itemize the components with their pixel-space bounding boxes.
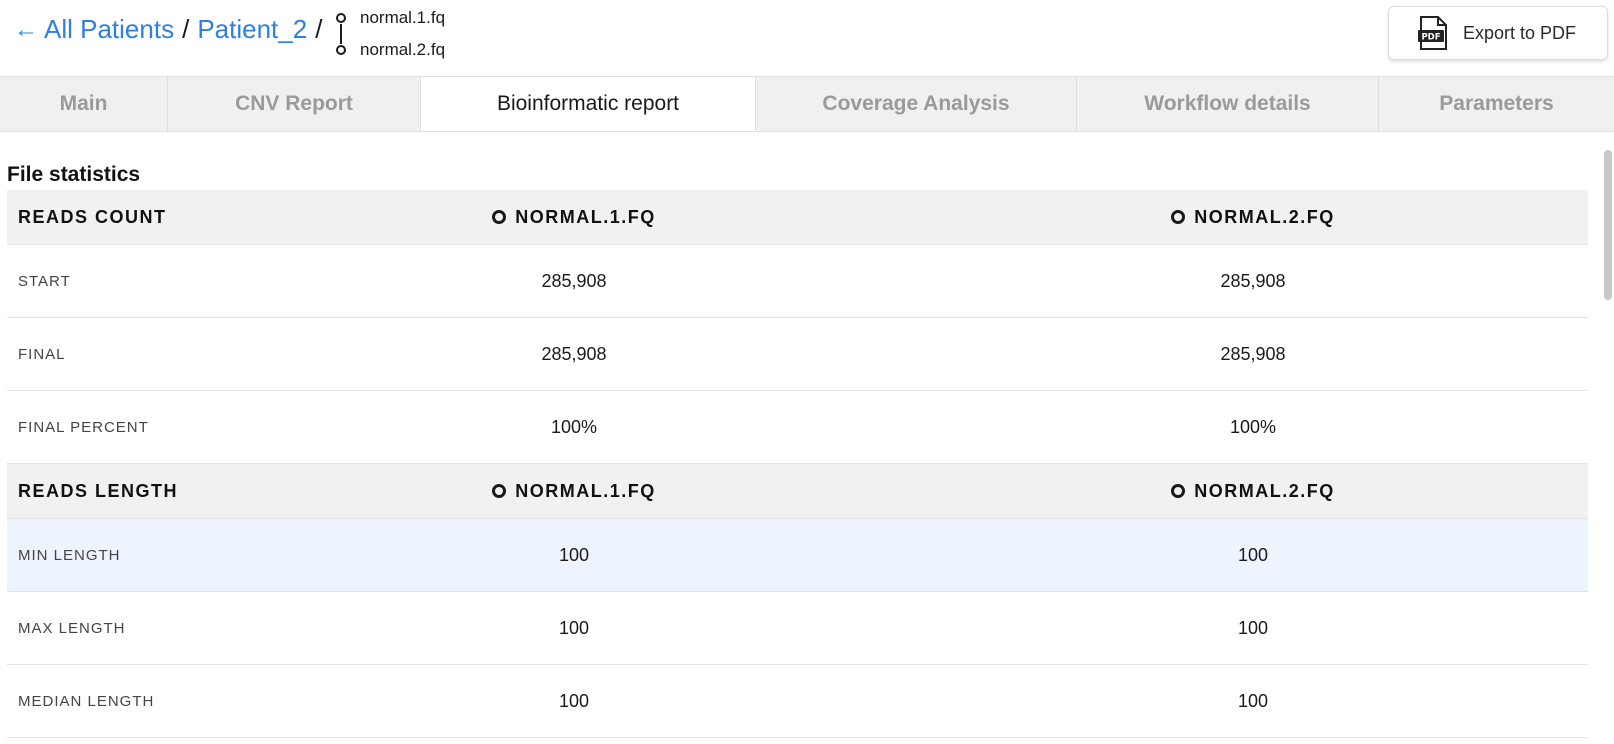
table-row: START 285,908 285,908: [7, 245, 1588, 318]
tab-label: Workflow details: [1144, 92, 1311, 115]
export-label: Export to PDF: [1463, 22, 1577, 43]
tab-workflow-details[interactable]: Workflow details: [1077, 77, 1379, 131]
file-pair: normal.1.fq normal.2.fq: [336, 6, 476, 59]
table-group-header: READS LENGTH NORMAL.1.FQ NORMAL.2.FQ: [7, 464, 1588, 519]
table-row: FINAL PERCENT 100% 100%: [7, 391, 1588, 464]
breadcrumb-patient[interactable]: Patient_2: [197, 14, 307, 45]
group-title: READS LENGTH: [18, 480, 179, 501]
tab-bar: Main CNV Report Bioinformatic report Cov…: [0, 76, 1614, 132]
svg-text:PDF: PDF: [1421, 33, 1440, 43]
file-circle-icon: [492, 484, 507, 498]
tab-bioinformatic-report[interactable]: Bioinformatic report: [421, 77, 756, 131]
export-pdf-button[interactable]: PDF Export to PDF: [1388, 6, 1608, 60]
column-header: NORMAL.1.FQ: [444, 190, 704, 244]
file-node-icon: [336, 45, 346, 55]
top-bar: ← All Patients / Patient_2 / normal.1.fq…: [0, 0, 1614, 76]
file-circle-icon: [1171, 484, 1186, 498]
table-row: MAX LENGTH 100 100: [7, 592, 1588, 665]
breadcrumb-separator: /: [182, 14, 190, 44]
file-statistics-table: READS COUNT NORMAL.1.FQ NORMAL.2.FQ STAR…: [7, 190, 1588, 738]
row-value: 285,908: [1220, 270, 1286, 291]
table-row: MEDIAN LENGTH 100 100: [7, 665, 1588, 738]
row-value: 100: [1237, 617, 1269, 638]
file-circle-icon: [1171, 210, 1186, 224]
tab-label: Bioinformatic report: [496, 91, 680, 115]
row-value: 100: [1237, 690, 1269, 711]
back-arrow-icon[interactable]: ←: [14, 16, 38, 44]
file-node-icon: [336, 13, 346, 23]
row-value: 100%: [1229, 416, 1277, 437]
breadcrumb-all-patients[interactable]: All Patients: [44, 14, 174, 45]
row-value: 100: [1237, 544, 1269, 565]
pdf-file-icon: PDF: [1417, 16, 1449, 50]
table-row: FINAL 285,908 285,908: [7, 318, 1588, 391]
tab-label: Parameters: [1439, 92, 1554, 115]
tab-label: CNV Report: [235, 92, 353, 115]
breadcrumb-separator: /: [315, 14, 323, 44]
file-circle-icon: [492, 210, 507, 224]
row-label: MAX LENGTH: [18, 619, 126, 637]
file-name: normal.1.fq: [360, 8, 446, 27]
table-group-header: READS COUNT NORMAL.1.FQ NORMAL.2.FQ: [7, 190, 1588, 245]
row-value: 285,908: [541, 343, 607, 364]
tab-label: Main: [59, 92, 108, 115]
section-title: File statistics: [7, 163, 141, 186]
breadcrumb: ← All Patients / Patient_2 /: [14, 14, 330, 45]
row-value: 100: [558, 690, 590, 711]
tab-cnv-report[interactable]: CNV Report: [168, 77, 421, 131]
row-label: START: [18, 272, 71, 290]
row-value: 100: [558, 544, 590, 565]
column-header: NORMAL.1.FQ: [444, 464, 704, 518]
column-header: NORMAL.2.FQ: [1123, 464, 1383, 518]
group-title: READS COUNT: [18, 206, 167, 227]
row-value: 285,908: [1220, 343, 1286, 364]
tab-label: Coverage Analysis: [822, 92, 1010, 115]
row-label: MIN LENGTH: [18, 546, 121, 564]
tab-main[interactable]: Main: [0, 77, 168, 131]
column-header: NORMAL.2.FQ: [1123, 190, 1383, 244]
file-link-line: [340, 24, 342, 44]
row-label: FINAL PERCENT: [18, 418, 149, 436]
vertical-scrollbar[interactable]: [1604, 150, 1612, 300]
tab-parameters[interactable]: Parameters: [1379, 77, 1614, 131]
row-value: 285,908: [541, 270, 607, 291]
row-value: 100: [558, 617, 590, 638]
tab-coverage-analysis[interactable]: Coverage Analysis: [756, 77, 1077, 131]
file-name: normal.2.fq: [360, 40, 446, 59]
row-label: FINAL: [18, 345, 66, 363]
row-label: MEDIAN LENGTH: [18, 692, 155, 710]
row-value: 100%: [550, 416, 598, 437]
table-row: MIN LENGTH 100 100: [7, 519, 1588, 592]
